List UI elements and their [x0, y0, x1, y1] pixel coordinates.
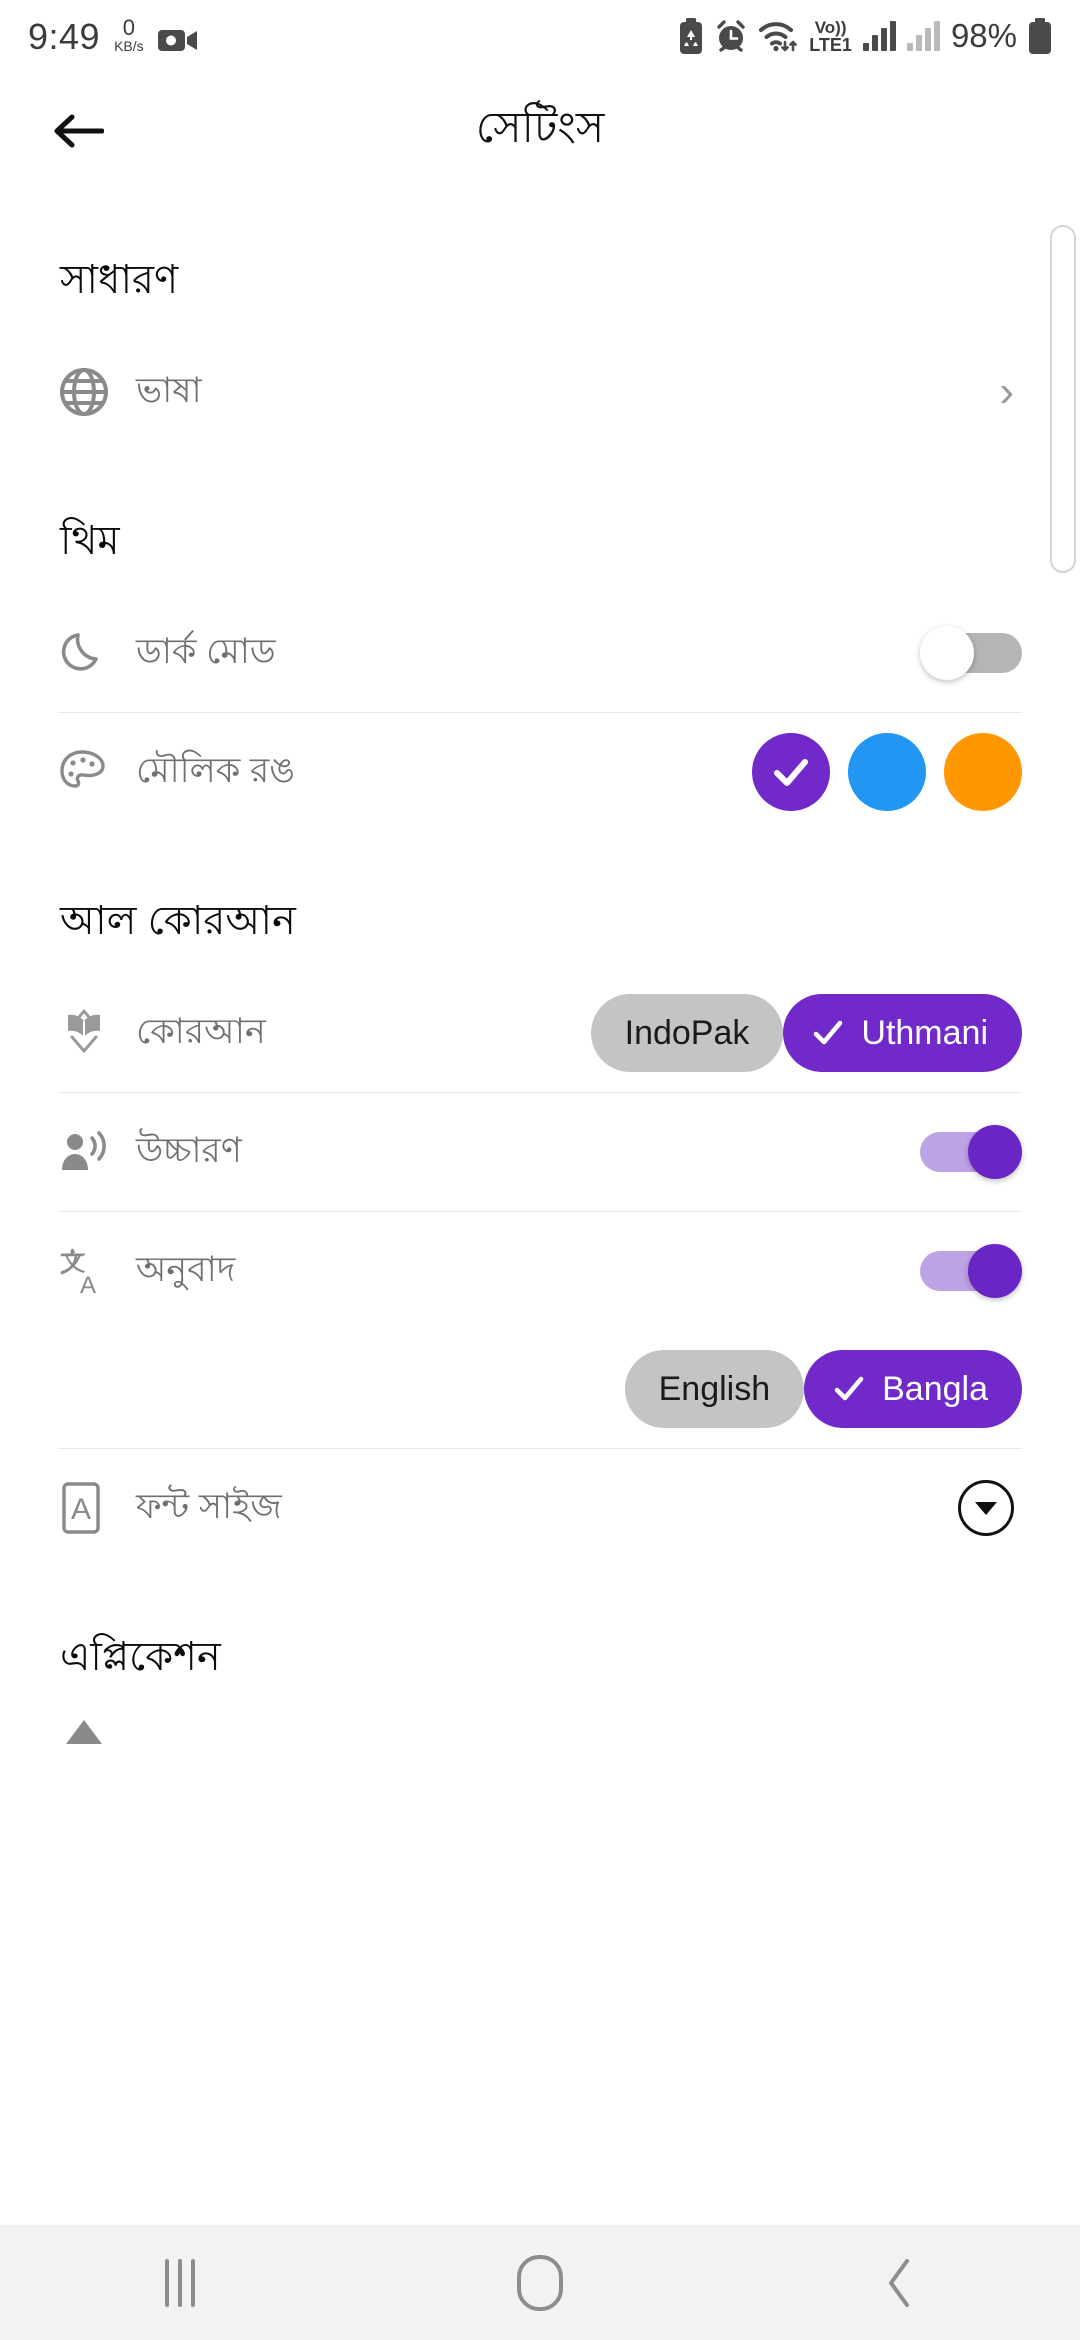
color-swatch-orange[interactable]: [944, 733, 1022, 811]
toggle-thumb: [968, 1244, 1022, 1298]
app-partial-icon: [58, 1710, 136, 1766]
pronunciation-right: [920, 1125, 1022, 1179]
chip-english[interactable]: English: [624, 1350, 805, 1428]
setting-row-label: মৌলিক রঙ: [136, 750, 295, 790]
translate-icon: 文 A: [58, 1245, 136, 1297]
status-bar-left: 9:49 0 KB/s: [28, 17, 198, 55]
screen-recorder-icon: [157, 25, 198, 55]
volte-label-top: Vo)): [814, 17, 847, 37]
translation-toggle[interactable]: [920, 1244, 1022, 1298]
translation-right: [920, 1244, 1022, 1298]
caret-down-shape: [975, 1501, 997, 1515]
setting-row-dark-mode[interactable]: ডার্ক মোড: [0, 594, 1080, 712]
home-glyph: [517, 2254, 563, 2311]
toggle-thumb: [968, 1125, 1022, 1179]
globe-icon: [58, 366, 136, 418]
signal-bars-sim2: [906, 21, 940, 51]
section-header-application: এপ্লিকেশন: [60, 1635, 221, 1679]
scrollbar[interactable]: [1050, 225, 1076, 573]
battery-icon: [1028, 18, 1052, 54]
check-icon: [811, 1016, 845, 1050]
dark-mode-right: [920, 626, 1022, 680]
pronunciation-toggle[interactable]: [920, 1125, 1022, 1179]
primary-color-right: [752, 733, 1022, 811]
chip-indopak[interactable]: IndoPak: [590, 994, 784, 1072]
setting-row-pronunciation[interactable]: উচ্চারণ: [0, 1093, 1080, 1211]
pronunciation-icon: [58, 1128, 136, 1176]
setting-row-translation[interactable]: 文 A অনুবাদ: [0, 1212, 1080, 1330]
settings-scroll-container[interactable]: সাধারণ ভাষা › থিম ডার্ক মোড মৌলিক রঙ আল …: [0, 190, 1080, 2225]
network-speed-value: 0: [122, 15, 135, 40]
svg-text:A: A: [80, 1272, 96, 1297]
home-icon[interactable]: [360, 2225, 720, 2340]
recents-icon[interactable]: [0, 2225, 360, 2340]
font-size-icon: A: [58, 1480, 136, 1536]
sidebar-item-language[interactable]: ভাষা ›: [0, 333, 1080, 451]
quran-script-chip-group: IndoPak Uthmani: [590, 994, 1022, 1072]
color-swatch-group: [752, 733, 1022, 811]
alarm-icon: [715, 19, 747, 53]
app-bar: সেটিংস: [0, 72, 1080, 190]
page-title: সেটিংস: [475, 103, 605, 152]
language-row-right: ›: [999, 370, 1022, 414]
network-speed-unit: KB/s: [114, 38, 144, 54]
battery-percent-label: 98%: [950, 17, 1017, 54]
translation-language-chip-group: English Bangla: [624, 1350, 1022, 1428]
wifi-icon: [758, 19, 798, 53]
setting-row-label: কোরআন: [136, 1011, 266, 1051]
color-swatch-blue[interactable]: [848, 733, 926, 811]
section-header-general: সাধারণ: [60, 258, 179, 302]
status-bar-right: Vo)) LTE1 98%: [678, 17, 1052, 55]
color-swatch-purple[interactable]: [752, 733, 830, 811]
font-size-right: [958, 1480, 1022, 1536]
chip-label: Bangla: [882, 1369, 988, 1408]
android-navigation-bar: [0, 2225, 1080, 2340]
setting-row-partial[interactable]: [0, 1710, 1080, 1766]
chip-label: English: [658, 1369, 771, 1408]
setting-row-label: উচ্চারণ: [136, 1130, 242, 1170]
volte-indicator: Vo)) LTE1: [809, 19, 852, 54]
toggle-thumb: [920, 626, 974, 680]
sidebar-item-label: ভাষা: [136, 370, 202, 410]
setting-row-label: অনুবাদ: [136, 1249, 236, 1289]
section-header-theme: থিম: [60, 519, 120, 563]
network-speed-indicator: 0 KB/s: [114, 15, 144, 54]
phone-screen: 9:49 0 KB/s Vo)) LTE1 98% সেটিংস সাধারণ …: [0, 0, 1080, 2340]
chevron-right-icon[interactable]: ›: [999, 370, 1022, 414]
status-clock: 9:49: [28, 16, 101, 57]
palette-icon: [58, 747, 136, 797]
setting-row-font-size[interactable]: A ফন্ট সাইজ: [0, 1449, 1080, 1567]
dark-mode-toggle[interactable]: [920, 626, 1022, 680]
chip-label: IndoPak: [624, 1013, 750, 1052]
dropdown-caret-icon[interactable]: [958, 1480, 1014, 1536]
quran-book-icon: [58, 1007, 136, 1059]
setting-row-label: ডার্ক মোড: [136, 631, 276, 671]
setting-row-primary-color[interactable]: মৌলিক রঙ: [0, 713, 1080, 831]
chip-label: Uthmani: [861, 1013, 988, 1052]
svg-text:A: A: [71, 1493, 91, 1526]
moon-icon: [58, 628, 136, 678]
section-header-quran: আল কোরআন: [60, 899, 296, 943]
battery-saver-icon: [678, 18, 704, 54]
chip-uthmani[interactable]: Uthmani: [783, 994, 1022, 1072]
signal-bars-sim1: [862, 21, 896, 51]
chip-bangla[interactable]: Bangla: [804, 1350, 1022, 1428]
recents-glyph: [165, 2258, 195, 2307]
volte-label-bottom: LTE1: [809, 34, 852, 55]
translation-language-row: English Bangla: [0, 1330, 1080, 1448]
back-arrow-icon[interactable]: [42, 95, 114, 167]
setting-row-quran-script[interactable]: কোরআন IndoPak Uthmani: [0, 974, 1080, 1092]
back-icon[interactable]: [720, 2225, 1080, 2340]
check-icon: [832, 1372, 866, 1406]
setting-row-label: ফন্ট সাইজ: [136, 1486, 282, 1526]
quran-script-right: IndoPak Uthmani: [590, 994, 1022, 1072]
status-bar: 9:49 0 KB/s Vo)) LTE1 98%: [0, 0, 1080, 72]
